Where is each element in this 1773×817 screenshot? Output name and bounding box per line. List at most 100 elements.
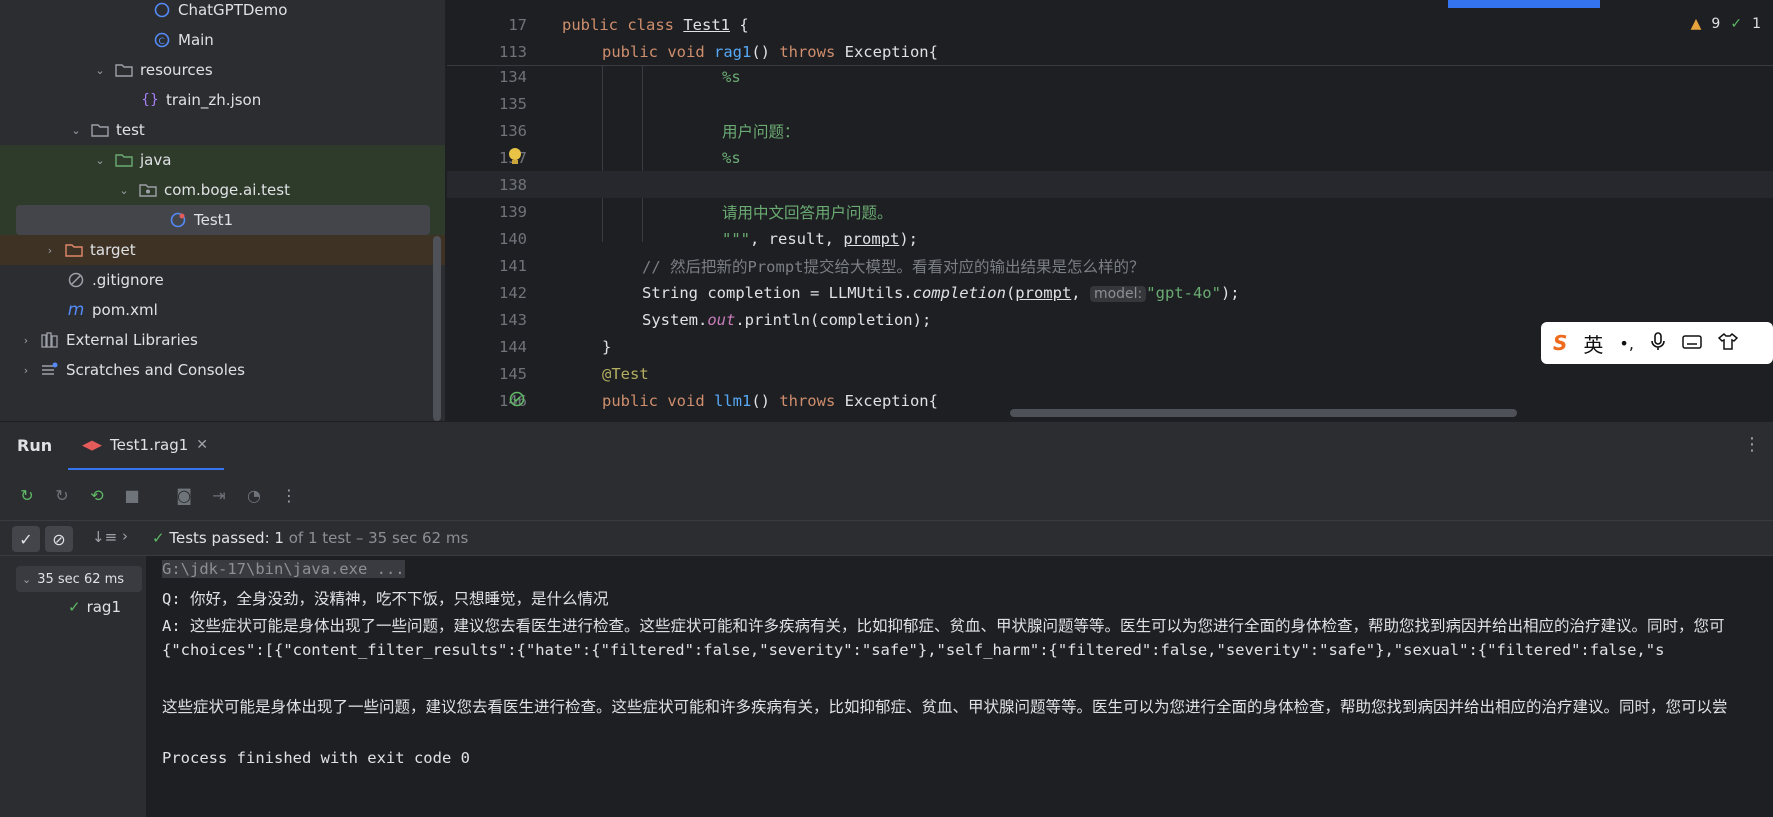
test-name: rag1 — [86, 598, 122, 616]
tree-item-train-zh-json[interactable]: {} train_zh.json — [0, 85, 445, 115]
tree-item-test1[interactable]: Test1 — [16, 205, 430, 235]
show-passed-toggle[interactable]: ✓ — [12, 526, 40, 552]
code-line[interactable]: 136 用户问题： — [447, 117, 1773, 144]
tree-item-java[interactable]: ⌄ java — [0, 145, 445, 175]
code-line-current[interactable]: 138 — [447, 171, 1773, 198]
chevron-down-icon[interactable]: ⌄ — [92, 154, 108, 167]
tree-item-pom[interactable]: m pom.xml — [0, 295, 445, 325]
code-line[interactable]: 145 @Test — [447, 360, 1773, 387]
test-run-icon: ◀▶ — [82, 437, 102, 453]
chevron-down-icon[interactable]: ⌄ — [116, 184, 132, 197]
code-token: public void — [602, 391, 714, 410]
test-tree-root[interactable]: ⌄ 35 sec 62 ms — [16, 566, 142, 592]
console-output[interactable]: G:\jdk-17\bin\java.exe ... Q: 你好，全身没劲，没精… — [146, 556, 1773, 817]
tree-item-label: test — [116, 121, 145, 139]
tree-item-main[interactable]: C Main — [0, 25, 445, 55]
test-status: ✓ Tests passed: 1 of 1 test – 35 sec 62 … — [152, 529, 468, 547]
maven-icon: m — [67, 300, 85, 320]
tree-scrollbar[interactable] — [433, 236, 441, 421]
tree-item-label: resources — [140, 61, 213, 79]
code-token: String completion = LLMUtils. — [642, 283, 913, 302]
code-line[interactable]: 140 """, result, prompt); — [447, 225, 1773, 252]
run-panel-title: Run — [17, 436, 53, 455]
lightbulb-icon[interactable] — [507, 146, 523, 170]
line-number: 144 — [499, 337, 527, 356]
svg-text:C: C — [159, 37, 165, 47]
more-options-icon[interactable]: ⋮ — [1743, 434, 1761, 455]
code-line[interactable]: 142 String completion = LLMUtils.complet… — [447, 279, 1773, 306]
more-icon[interactable]: ⋮ — [278, 484, 300, 506]
code-line[interactable]: 134 %s — [447, 63, 1773, 90]
chevron-right-icon[interactable]: › — [18, 364, 34, 377]
chevron-right-icon[interactable]: › — [18, 334, 34, 347]
class-icon: C — [152, 31, 172, 49]
tab-test1-rag1[interactable]: ◀▶ Test1.rag1 ✕ — [68, 422, 224, 470]
code-token: prompt — [1015, 283, 1072, 302]
tree-item-resources[interactable]: ⌄ resources — [0, 55, 445, 85]
line-number: 139 — [499, 202, 527, 221]
code-token: , — [1071, 283, 1090, 302]
keyboard-icon[interactable] — [1682, 331, 1702, 355]
skin-icon[interactable] — [1717, 331, 1739, 355]
passed-icon: ✓ — [68, 598, 81, 616]
screenshot-icon[interactable]: ◙ — [173, 484, 195, 506]
sogou-logo-icon[interactable]: S — [1553, 331, 1567, 355]
code-comment: // 然后把新的Prompt提交给大模型。看看对应的输出结果是怎么样的？ — [642, 257, 1145, 276]
line-number: 135 — [499, 94, 527, 113]
chevron-down-icon[interactable]: ⌄ — [68, 124, 84, 137]
code-line[interactable]: 135 — [447, 90, 1773, 117]
tree-item-package[interactable]: ⌄ com.boge.ai.test — [0, 175, 445, 205]
test-class-icon — [168, 211, 188, 229]
close-icon[interactable]: ✕ — [196, 437, 208, 453]
check-icon: ✓ — [1730, 16, 1743, 32]
code-token: .println(completion); — [735, 310, 932, 329]
ime-language-toggle[interactable]: 英 — [1583, 329, 1603, 358]
tree-item-label: ChatGPTDemo — [178, 1, 288, 19]
show-ignored-toggle[interactable]: ⊘ — [45, 526, 73, 552]
test-tree-item-rag1[interactable]: ✓ rag1 — [68, 598, 121, 616]
code-token: , result, — [750, 229, 844, 248]
tree-item-scratches[interactable]: › Scratches and Consoles — [0, 355, 445, 385]
ime-toolbar[interactable]: S 英 •, — [1541, 322, 1773, 364]
rerun-failed-icon[interactable]: ↻ — [51, 484, 73, 506]
tree-item-test[interactable]: ⌄ test — [0, 115, 445, 145]
coverage-icon[interactable]: ◔ — [243, 484, 265, 506]
tree-item-chatgptdemo[interactable]: ChatGPTDemo — [0, 0, 445, 25]
inspection-widget[interactable]: ▲ 9 ✓ 1 — [1691, 16, 1761, 32]
sort-icon[interactable]: ↓≡ — [92, 528, 117, 546]
tree-item-external-libraries[interactable]: › External Libraries — [0, 325, 445, 355]
passed-icon: ✓ — [152, 529, 165, 547]
code-token: throws — [779, 391, 836, 410]
warning-count: 9 — [1711, 16, 1721, 32]
microphone-icon[interactable] — [1650, 331, 1666, 356]
excluded-folder-icon — [64, 241, 84, 259]
line-number: 136 — [499, 121, 527, 140]
line-number: 141 — [499, 256, 527, 275]
editor-horizontal-scrollbar[interactable] — [1010, 409, 1517, 417]
run-test-gutter-icon[interactable] — [509, 391, 527, 413]
console-line: Process finished with exit code 0 — [162, 749, 470, 767]
tree-item-gitignore[interactable]: .gitignore — [0, 265, 445, 295]
line-number: 138 — [499, 175, 527, 194]
code-line[interactable]: 137 %s — [447, 144, 1773, 171]
code-line[interactable]: 141 // 然后把新的Prompt提交给大模型。看看对应的输出结果是怎么样的？ — [447, 252, 1773, 279]
run-toolbar: ↻ ↻ ⟲ ■ ◙ ⇥ ◔ ⋮ — [16, 484, 300, 506]
rerun-icon[interactable]: ↻ — [16, 484, 38, 506]
console-line: A: 这些症状可能是身体出现了一些问题，建议您去看医生进行检查。这些症状可能和许… — [162, 617, 1725, 635]
code-token: public void — [602, 42, 714, 61]
toggle-auto-test-icon[interactable]: ⟲ — [86, 484, 108, 506]
code-line[interactable]: 139 请用中文回答用户问题。 — [447, 198, 1773, 225]
code-annotation: @Test — [602, 364, 649, 383]
punctuation-icon[interactable]: •, — [1619, 334, 1634, 353]
import-tests-icon[interactable]: ⇥ — [208, 484, 230, 506]
chevron-right-icon[interactable]: › — [42, 244, 58, 257]
tree-item-target[interactable]: › target — [0, 235, 445, 265]
chevron-right-icon[interactable]: › — [122, 527, 128, 545]
sticky-line[interactable]: 17 public class Test1 { — [447, 11, 1773, 38]
sticky-line[interactable]: 113 public void rag1() throws Exception{ — [447, 38, 1773, 65]
console-line: G:\jdk-17\bin\java.exe ... — [162, 560, 405, 578]
chevron-down-icon[interactable]: ⌄ — [92, 64, 108, 77]
run-panel: Run ◀▶ Test1.rag1 ✕ ⋮ ↻ ↻ ⟲ ■ ◙ ⇥ ◔ ⋮ ✓ … — [0, 422, 1773, 817]
code-token: Exception{ — [835, 42, 938, 61]
stop-icon[interactable]: ■ — [121, 484, 143, 506]
